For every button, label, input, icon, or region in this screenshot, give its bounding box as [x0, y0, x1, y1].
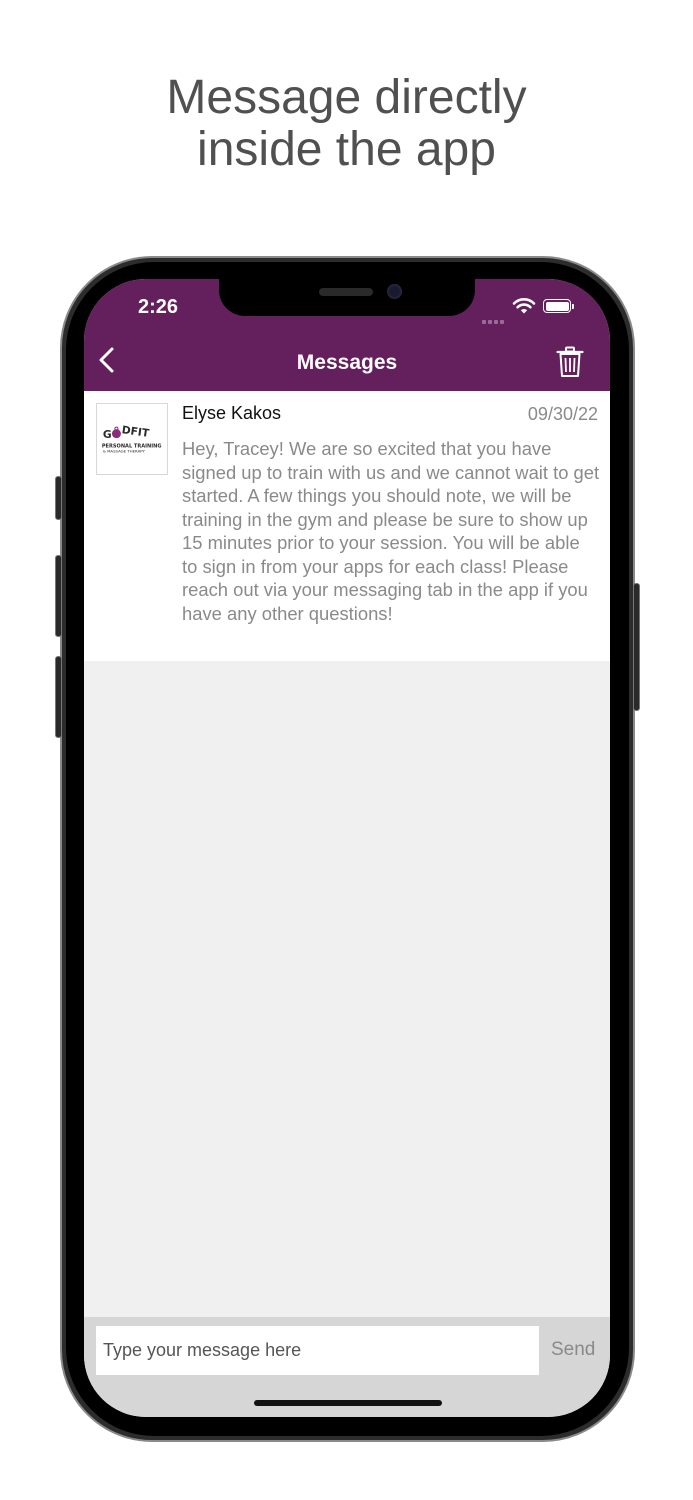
cellular-signal-icon — [482, 311, 508, 324]
svg-text:G: G — [103, 428, 112, 441]
svg-text:DFIT: DFIT — [121, 423, 151, 440]
phone-screen: 2:26 Messages G DFIT PERSONAL TRAINING &… — [84, 279, 610, 1417]
send-button[interactable]: Send — [551, 1339, 595, 1361]
volume-up-button — [55, 555, 62, 637]
message-list-item[interactable]: G DFIT PERSONAL TRAINING & MASSAGE THERA… — [84, 391, 610, 661]
headline-line-1: Message directly — [166, 71, 527, 124]
notch — [219, 279, 475, 316]
message-date: 09/30/22 — [527, 404, 598, 424]
message-preview: Hey, Tracey! We are so excited that you … — [182, 438, 600, 624]
battery-icon — [543, 299, 574, 313]
sender-logo: G DFIT PERSONAL TRAINING & MASSAGE THERA… — [96, 403, 168, 475]
power-button — [633, 583, 640, 711]
volume-down-button — [55, 656, 62, 738]
status-time: 2:26 — [138, 296, 179, 318]
home-indicator — [254, 1400, 442, 1406]
app-header: 2:26 Messages — [84, 279, 610, 391]
message-composer: Send — [84, 1317, 610, 1417]
sender-name: Elyse Kakos — [182, 403, 282, 423]
page-title: Messages — [296, 351, 398, 374]
silent-switch — [55, 476, 62, 520]
trash-icon[interactable] — [556, 346, 584, 378]
speaker-grille — [319, 288, 373, 296]
wifi-icon — [512, 298, 536, 314]
front-camera — [387, 284, 402, 299]
headline-line-2: inside the app — [197, 123, 496, 176]
message-input[interactable] — [96, 1326, 539, 1375]
logo-tagline-2: & MASSAGE THERAPY — [103, 449, 146, 454]
promo-headline: Message directly inside the app — [0, 72, 693, 176]
